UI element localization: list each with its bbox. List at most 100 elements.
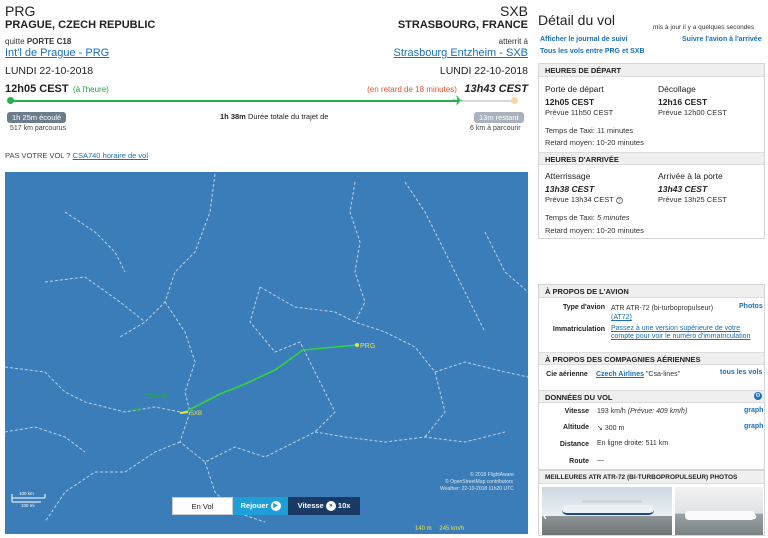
- airline-link[interactable]: Czech Airlines: [596, 371, 644, 378]
- all-flights-link[interactable]: Tous les vols entre PRG et SXB: [540, 48, 645, 55]
- attribution-1: © 2018 FlightAware: [470, 471, 514, 478]
- speed-graph-link[interactable]: graph: [744, 407, 763, 414]
- flight-route: [184, 344, 358, 413]
- airline-name-line: Czech Airlines "Csa-lines": [596, 371, 680, 378]
- journal-link[interactable]: Afficher le journal de suivi: [540, 36, 628, 43]
- aircraft-type-label: Type d'avion: [563, 304, 605, 311]
- flight-summary: PRG PRAGUE, CZECH REPUBLIC quitte PORTE …: [0, 0, 535, 538]
- remaining-badge: 13m restant: [474, 112, 524, 123]
- destination-code: SXB: [499, 3, 528, 19]
- airplane-wing-shape: [582, 500, 642, 503]
- registration-label: Immatriculation: [552, 326, 605, 333]
- origin-airport-link[interactable]: Int'l de Prague - PRG: [5, 47, 109, 59]
- destination-city: STRASBOURG, FRANCE: [397, 19, 528, 31]
- arrival-gate-label: Arrivée à la porte: [658, 171, 723, 181]
- help-icon[interactable]: ?: [615, 197, 623, 204]
- aircraft-type-code-link[interactable]: (AT72): [611, 314, 632, 321]
- chevron-left-icon[interactable]: ‹: [543, 509, 547, 523]
- replay-button[interactable]: Rejouer ▶: [233, 497, 288, 515]
- speed-label: Vitesse: [564, 408, 589, 415]
- bottom-stat-alt: 140 m: [415, 526, 432, 532]
- en-vol-button[interactable]: En Vol: [172, 497, 233, 515]
- play-icon: ▶: [270, 501, 281, 512]
- arrival-gate-time: 13h43 CEST: [658, 184, 708, 194]
- landing-label: Atterrissage: [545, 171, 591, 181]
- replay-label: Rejouer: [240, 501, 269, 510]
- altitude-value: 300 m: [604, 425, 625, 432]
- map-canvas: PRG SXB CSA740 SXB © 2018 FlightAware © …: [5, 173, 528, 523]
- departure-taxi-label: Temps de Taxi:: [545, 126, 595, 135]
- arrival-taxi: Temps de Taxi: 5 minutes: [545, 213, 630, 222]
- elapsed-km: 517 km parcourus: [10, 125, 67, 132]
- destination-airport-link[interactable]: Strasbourg Entzheim - SXB: [393, 47, 528, 59]
- detail-title: Détail du vol: [538, 12, 616, 28]
- scale-mi: 100 mi: [21, 503, 35, 508]
- airplane-fuselage-shape: [562, 505, 654, 515]
- total-duration-value: 1h 38m: [220, 112, 246, 121]
- aircraft-photo-2[interactable]: [675, 487, 763, 535]
- prg-marker: [355, 343, 359, 347]
- speed-label: Vitesse: [297, 501, 324, 510]
- departure-header: HEURES DE DÉPART: [539, 64, 764, 77]
- not-your-flight-text: PAS VOTRE VOL ?: [5, 151, 71, 160]
- arrival-delay: Retard moyen: 10-20 minutes: [545, 226, 644, 235]
- follow-arrival-link[interactable]: Suivre l'avion à l'arrivée: [682, 36, 762, 43]
- origin-gate-line: quitte PORTE C18: [5, 37, 71, 46]
- origin-dot: [7, 97, 14, 104]
- destination-dot: [511, 97, 518, 104]
- aircraft-type-value: ATR ATR-72 (bi-turbopropulseur): [611, 305, 714, 312]
- departure-gate-planned: Prévue 11h50 CEST: [545, 108, 614, 117]
- destination-date: LUNDI 22-10-2018: [439, 65, 528, 77]
- flight-detail-panel: Détail du vol mis à jour il y a quelques…: [536, 0, 768, 538]
- photos-header: MEILLEURES ATR ATR-72 (BI-TURBOPROPULSEU…: [539, 471, 764, 484]
- attribution-3: Weather: 22-10-2018 11h20 UTC: [440, 486, 514, 492]
- departure-taxi-value: 11 minutes: [596, 126, 634, 135]
- airline-callsign: "Csa-lines": [645, 371, 681, 378]
- all-airline-flights-link[interactable]: tous les vols: [720, 369, 762, 376]
- destination-time: 13h43 CEST: [464, 83, 528, 95]
- landing-planned-line: Prévue 13h34 CEST ?: [545, 195, 623, 204]
- map-label-prg: PRG: [360, 343, 375, 350]
- aircraft-label-cluster: CSA740 SXB: [130, 394, 168, 414]
- total-duration: 1h 38m Durée totale du trajet de: [220, 112, 328, 121]
- arrival-taxi-label: Temps de Taxi:: [545, 213, 595, 222]
- speed-value: 193 km/h: [597, 408, 626, 415]
- origin-code: PRG: [5, 3, 36, 19]
- destination-time-line: (en retard de 18 minutes) 13h43 CEST: [367, 79, 528, 97]
- distance-value: En ligne droite: 511 km: [597, 440, 669, 447]
- airplane-fuselage-shape-2: [685, 511, 755, 520]
- distance-label: Distance: [559, 441, 589, 448]
- landing-planned: Prévue 13h34 CEST: [545, 195, 614, 204]
- altitude-value-line: ↘ 300 m: [597, 424, 624, 432]
- map-label-csa: CSA740: [145, 394, 168, 400]
- progress-fill: [9, 100, 459, 102]
- arrival-header: HEURES D'ARRIVÉE: [539, 152, 764, 165]
- remaining-km: 6 km à parcourir: [470, 125, 521, 132]
- departure-delay: Retard moyen: 10-20 minutes: [545, 138, 644, 147]
- times-section: HEURES DE DÉPART Porte de départ 12h05 C…: [538, 63, 765, 239]
- elapsed-badge: 1h 25m écoulé: [7, 112, 67, 123]
- registration-upgrade-link[interactable]: Passez à une version supérieure de votre…: [611, 325, 751, 341]
- takeoff-label: Décollage: [658, 84, 696, 94]
- flight-map[interactable]: PRG SXB CSA740 SXB © 2018 FlightAware © …: [5, 172, 528, 534]
- arrival-delay-label: Retard moyen:: [545, 226, 595, 235]
- photos-link[interactable]: Photos: [739, 303, 763, 310]
- aircraft-header: À PROPOS DE L'AVION: [539, 285, 764, 298]
- origin-date: LUNDI 22-10-2018: [5, 65, 94, 77]
- departure-delay-value: 10-20 minutes: [596, 138, 644, 147]
- gear-icon[interactable]: ⚙: [754, 392, 762, 400]
- chevron-right-icon[interactable]: ›: [753, 509, 757, 523]
- speed-button[interactable]: Vitesse » 10x: [288, 497, 360, 515]
- scale-km: 100 km: [19, 491, 34, 496]
- takeoff-planned: Prévue 12h00 CEST: [658, 108, 727, 117]
- descending-arrow-icon: ↘: [597, 425, 603, 432]
- origin-status: (à l'heure): [73, 85, 109, 94]
- updated-text: mis à jour il y a quelques secondes: [653, 24, 755, 31]
- aircraft-photo-1[interactable]: [542, 487, 672, 535]
- attribution-2: © OpenStreetMap contributors: [445, 478, 513, 485]
- aircraft-type: ATR ATR-72 (bi-turbopropulseur) (AT72): [611, 304, 721, 322]
- flight-schedule-link[interactable]: CSA740 horaire de vol: [73, 151, 148, 160]
- map-label-sxb: SXB: [190, 411, 202, 417]
- altitude-graph-link[interactable]: graph: [744, 423, 763, 430]
- route-end-segment: [179, 411, 189, 414]
